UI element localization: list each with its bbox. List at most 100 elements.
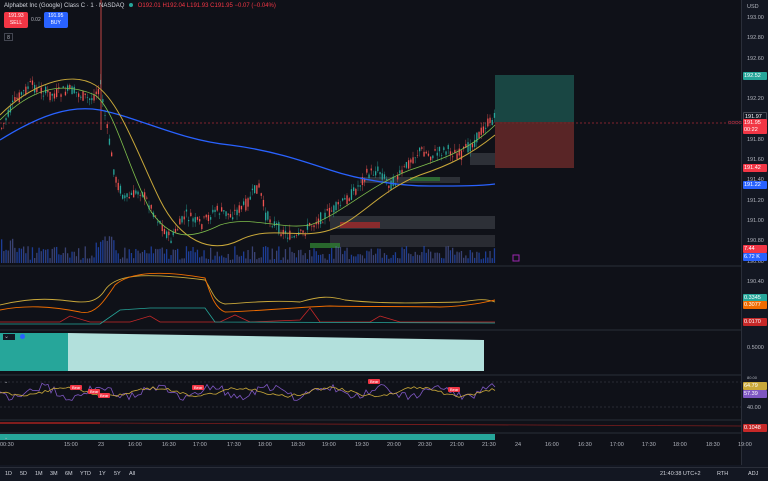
volume-bar [168, 258, 170, 263]
volume-bar [42, 249, 45, 263]
candle-body [45, 86, 47, 94]
candle-body [467, 142, 469, 153]
volume-bar [166, 249, 168, 263]
volume-bar [324, 258, 326, 263]
range-button-1m[interactable]: 1M [35, 471, 43, 477]
volume-bar [344, 250, 346, 263]
alert-marker [512, 254, 520, 262]
time-axis[interactable]: 00:30 15:00 23 16:00 16:30 17:00 17:30 18:00 18:… [0, 440, 752, 454]
candle-body [111, 152, 113, 157]
candle-body [82, 91, 84, 101]
volume-bar [287, 259, 289, 263]
candle-body [150, 204, 152, 209]
range-button-5y[interactable]: 5Y [114, 471, 121, 477]
price-tick: 191.60 [747, 157, 764, 164]
volume-bar [9, 240, 12, 263]
candle-body [247, 198, 249, 207]
pane4-tag-b: 57.39 [743, 390, 767, 398]
time-tick: 20:30 [418, 442, 432, 448]
volume-bar [401, 247, 403, 263]
candle-body [447, 145, 449, 150]
price-tick: 190.80 [747, 238, 764, 245]
range-button-3m[interactable]: 3M [50, 471, 58, 477]
range-button-5d[interactable]: 5D [20, 471, 27, 477]
candle-body [370, 168, 372, 171]
volume-bar [392, 255, 394, 263]
candle-body [124, 195, 126, 199]
volume-bar [214, 255, 216, 263]
candle-body [205, 214, 207, 218]
indicators-collapse-button[interactable]: 8 [4, 33, 13, 41]
candle-body [95, 91, 97, 95]
candle-body [236, 209, 238, 216]
candle-body [163, 229, 166, 235]
volume-bar [491, 258, 493, 263]
volume-bar [487, 257, 489, 263]
volume-bar [339, 246, 342, 263]
volume-bar [73, 251, 75, 263]
candle-body [273, 221, 276, 226]
range-button-1y[interactable]: 1Y [99, 471, 106, 477]
pane3-settings-icon[interactable] [20, 334, 25, 339]
volume-bar [106, 240, 108, 263]
candle-body [254, 185, 256, 194]
candle-body [482, 126, 485, 133]
time-tick: 24 [515, 442, 522, 448]
volume-bar [278, 246, 280, 263]
candle-body [207, 214, 210, 222]
candle-body [25, 86, 27, 95]
volume-bar [322, 254, 324, 263]
pane4-collapse-icon[interactable]: ⌄ [4, 379, 14, 385]
range-button-all[interactable]: All [129, 471, 135, 477]
pane2-red-line [0, 307, 495, 323]
candle-body [366, 168, 368, 173]
volume-bar [465, 255, 467, 263]
volume-bar [300, 249, 302, 263]
candle-body [93, 94, 95, 101]
volume-bar [412, 256, 414, 263]
candle-body [84, 93, 86, 95]
pane3-collapse-icon[interactable]: ⌄ [4, 334, 14, 340]
range-button-1d[interactable]: 1D [5, 471, 12, 477]
volume-bar [443, 258, 445, 263]
volume-bar [7, 250, 9, 263]
volume-bar [97, 247, 100, 263]
sell-button[interactable]: 191.93 SELL [4, 12, 28, 28]
volume-bar [51, 248, 53, 263]
candle-body [179, 218, 181, 225]
candle-body [304, 234, 306, 236]
target-zone [495, 75, 574, 122]
candle-body [223, 210, 225, 212]
volume-bar [311, 256, 313, 263]
volume-bar [485, 251, 487, 263]
price-axis[interactable]: USD 193.00192.80192.60192.40192.20192.00… [741, 0, 768, 465]
main-chart-svg[interactable] [0, 0, 741, 465]
volume-bar [58, 254, 60, 263]
time-tick: 19:00 [738, 442, 752, 448]
bear-badge: Bear [368, 379, 381, 384]
range-button-ytd[interactable]: YTD [80, 471, 91, 477]
volume-bar [141, 251, 144, 263]
candle-body [221, 207, 223, 212]
session-toggle[interactable]: RTH [717, 471, 728, 477]
volume-bar [199, 257, 201, 263]
volume-bar [157, 249, 159, 263]
volume-bar [489, 251, 491, 263]
candle-body [183, 216, 185, 220]
volume-bar [238, 256, 240, 263]
volume-bar [368, 251, 370, 263]
volume-bar [218, 256, 221, 263]
volume-bar [416, 254, 419, 263]
adj-toggle[interactable]: ADJ [748, 471, 758, 477]
volume-bar [335, 246, 337, 263]
candle-body [86, 96, 89, 98]
buy-button[interactable]: 191.95 BUY [43, 12, 68, 28]
volume-bar [399, 258, 401, 263]
clock[interactable]: 21:40:38 UTC+2 [660, 471, 701, 477]
candle-body [423, 151, 425, 157]
volume-bar [427, 249, 430, 263]
candle-body [357, 185, 359, 187]
candle-body [331, 210, 333, 212]
volume-bar [18, 248, 20, 263]
range-button-6m[interactable]: 6M [65, 471, 73, 477]
